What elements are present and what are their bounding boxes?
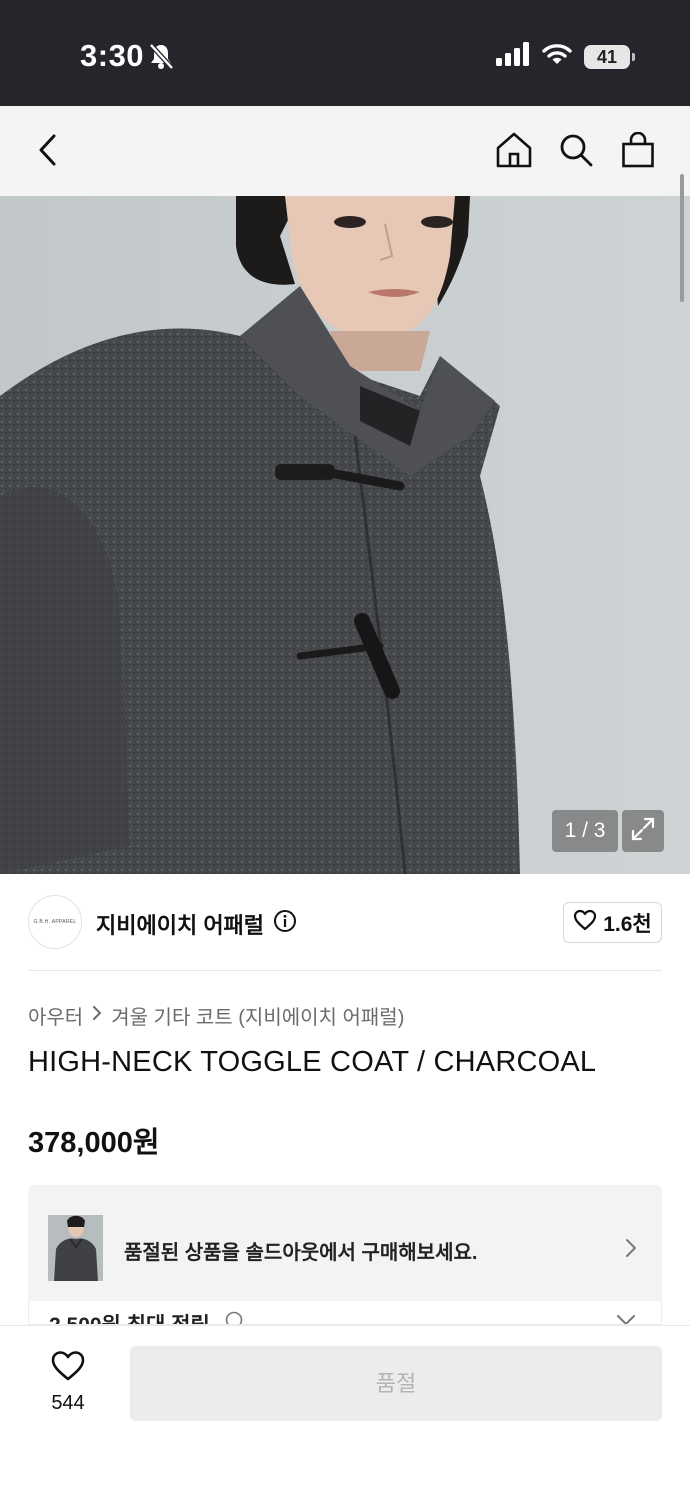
brand-name[interactable]: 지비에이치 어패럴 — [96, 908, 264, 940]
soldout-button: 품절 — [130, 1346, 662, 1421]
scrollbar[interactable] — [680, 174, 684, 302]
status-indicators: 41 — [496, 42, 635, 71]
chevron-right-icon — [624, 1237, 638, 1264]
brand-like-button[interactable]: 1.6천 — [563, 902, 662, 943]
product-price: 378,000원 — [28, 1127, 160, 1159]
battery-icon: 41 — [584, 44, 635, 69]
shopping-bag-icon — [621, 131, 655, 173]
breadcrumb: 아우터 겨울 기타 코트 (지비에이치 어패럴) — [28, 1001, 404, 1030]
expand-image-button[interactable] — [622, 810, 664, 852]
status-bar: 3:30 41 — [0, 0, 690, 106]
brand-row: G.B.H. APPAREL 지비에이치 어패럴 1.6천 — [28, 895, 662, 949]
soldout-banner-text: 품절된 상품을 솔드아웃에서 구매해보세요. — [124, 1242, 478, 1264]
bell-slash-icon — [148, 42, 174, 75]
product-image[interactable] — [0, 196, 690, 874]
brand-logo-text: G.B.H. APPAREL — [33, 919, 77, 925]
chevron-down-icon — [615, 1313, 637, 1324]
chevron-right-icon — [91, 1004, 103, 1028]
top-nav-bar — [0, 106, 690, 196]
bottom-action-bar: 544 품절 — [0, 1325, 690, 1500]
cart-button[interactable] — [616, 130, 660, 174]
soldout-thumbnail — [48, 1215, 103, 1281]
points-row[interactable]: 2,500원 최대 적립 — [28, 1301, 662, 1325]
brand-logo[interactable]: G.B.H. APPAREL — [28, 895, 82, 949]
back-chevron-icon — [37, 133, 59, 172]
product-title: HIGH-NECK TOGGLE COAT / CHARCOAL — [28, 1046, 597, 1078]
signal-icon — [496, 42, 530, 71]
breadcrumb-subcategory[interactable]: 겨울 기타 코트 (지비에이치 어패럴) — [111, 1001, 404, 1030]
info-icon[interactable] — [273, 909, 297, 938]
soldout-banner[interactable]: 품절된 상품을 솔드아웃에서 구매해보세요. — [28, 1185, 662, 1301]
breadcrumb-category[interactable]: 아우터 — [28, 1001, 83, 1030]
expand-icon — [630, 816, 656, 847]
wishlist-count: 544 — [51, 1392, 85, 1414]
divider — [28, 970, 662, 971]
home-button[interactable] — [492, 130, 536, 174]
status-time: 3:30 — [80, 38, 145, 73]
back-button[interactable] — [26, 130, 70, 174]
home-icon — [495, 131, 533, 174]
brand-like-count: 1.6천 — [603, 912, 652, 936]
heart-icon — [50, 1350, 86, 1387]
heart-icon — [573, 909, 597, 937]
info-icon — [225, 1311, 243, 1324]
points-text: 2,500원 최대 적립 — [49, 1309, 210, 1324]
image-counter: 1 / 3 — [552, 810, 618, 852]
search-icon — [558, 132, 594, 173]
wifi-icon — [542, 42, 572, 71]
search-button[interactable] — [554, 130, 598, 174]
